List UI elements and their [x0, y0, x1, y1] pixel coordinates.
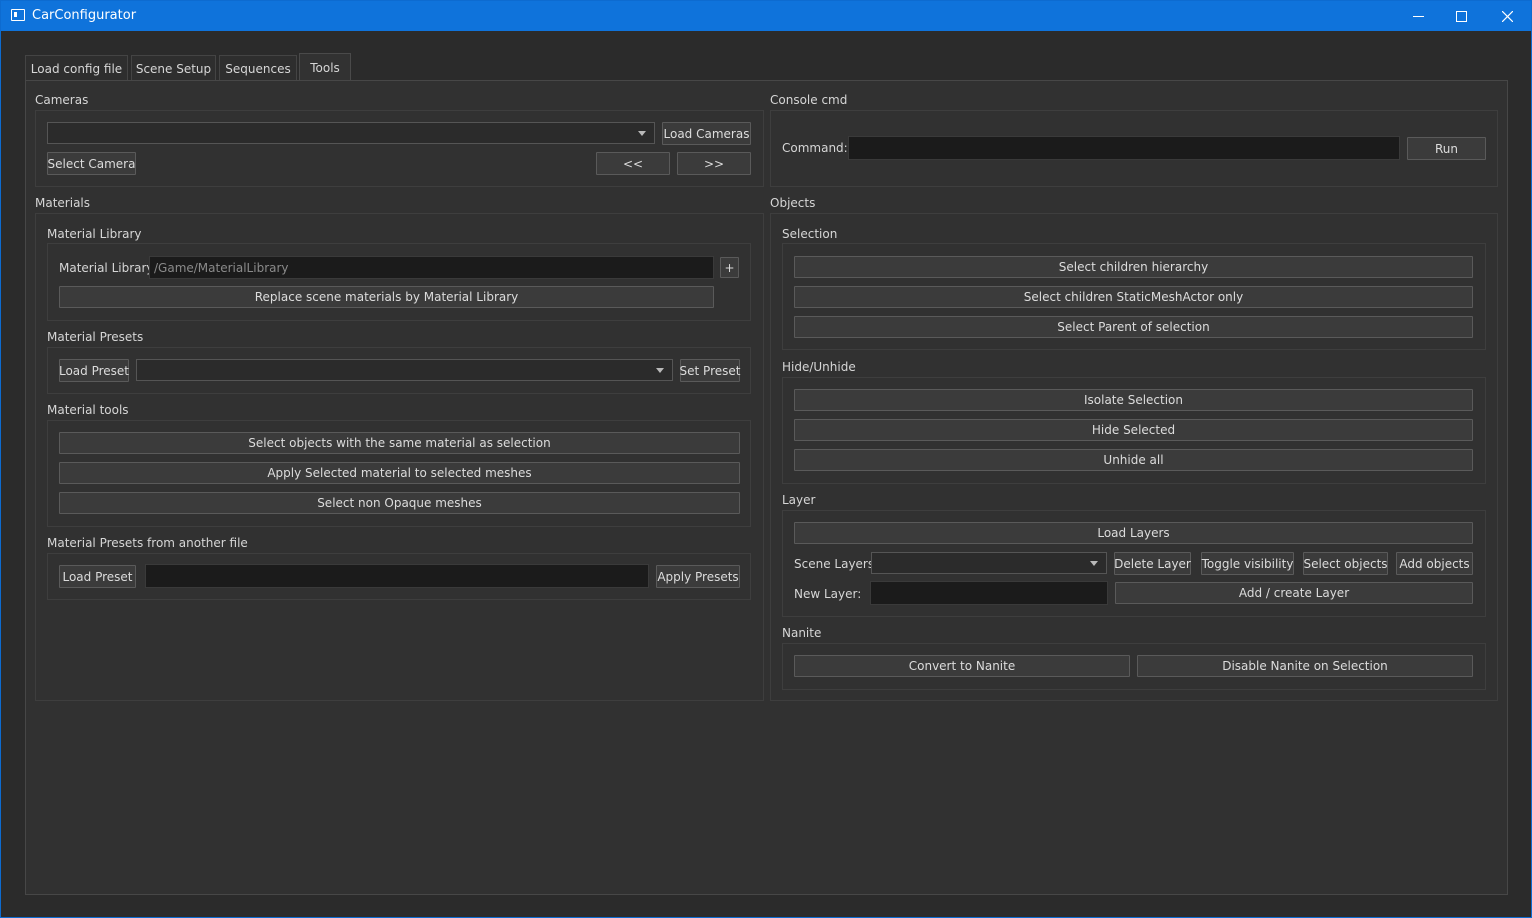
cameras-dropdown[interactable]	[47, 122, 655, 144]
tab-sequences[interactable]: Sequences	[219, 55, 297, 81]
load-preset-button[interactable]: Load Preset	[59, 359, 129, 382]
load-layers-button[interactable]: Load Layers	[794, 522, 1473, 544]
hide-unhide-title: Hide/Unhide	[782, 360, 856, 374]
select-camera-button[interactable]: Select Camera	[47, 152, 136, 175]
material-library-path-input[interactable]: /Game/MaterialLibrary	[149, 256, 714, 279]
maximize-button[interactable]	[1438, 1, 1484, 31]
minimize-icon	[1412, 15, 1424, 17]
material-library-label: Material Library:	[59, 261, 157, 275]
toggle-visibility-button[interactable]: Toggle visibility	[1201, 552, 1294, 575]
layer-title: Layer	[782, 493, 816, 507]
scene-layers-dropdown[interactable]	[871, 552, 1107, 574]
prev-camera-button[interactable]: <<	[596, 152, 670, 175]
apply-presets-button[interactable]: Apply Presets	[656, 565, 740, 588]
load-cameras-button[interactable]: Load Cameras	[662, 122, 751, 145]
cameras-title: Cameras	[35, 93, 89, 107]
material-library-group	[47, 243, 751, 321]
app-window: CarConfigurator Load config file Scene S…	[0, 0, 1532, 918]
run-button[interactable]: Run	[1407, 137, 1486, 160]
command-label: Command:	[782, 141, 848, 155]
disable-nanite-button[interactable]: Disable Nanite on Selection	[1137, 655, 1473, 677]
tab-tools[interactable]: Tools	[299, 53, 351, 82]
chevron-down-icon	[1090, 561, 1098, 566]
chevron-down-icon	[656, 368, 664, 373]
window-title: CarConfigurator	[32, 8, 137, 23]
chevron-down-icon	[638, 131, 646, 136]
close-icon	[1501, 10, 1513, 22]
convert-to-nanite-button[interactable]: Convert to Nanite	[794, 655, 1130, 677]
delete-layer-button[interactable]: Delete Layer	[1114, 552, 1191, 575]
close-button[interactable]	[1484, 1, 1530, 31]
select-non-opaque-button[interactable]: Select non Opaque meshes	[59, 492, 740, 514]
maximize-icon	[1455, 10, 1467, 22]
material-library-title: Material Library	[47, 227, 142, 241]
next-camera-button[interactable]: >>	[677, 152, 751, 175]
hide-selected-button[interactable]: Hide Selected	[794, 419, 1473, 441]
app-icon	[11, 9, 25, 21]
minimize-button[interactable]	[1395, 1, 1441, 31]
objects-title: Objects	[770, 196, 816, 210]
apply-selected-material-button[interactable]: Apply Selected material to selected mesh…	[59, 462, 740, 484]
select-children-hierarchy-button[interactable]: Select children hierarchy	[794, 256, 1473, 278]
select-parent-button[interactable]: Select Parent of selection	[794, 316, 1473, 338]
unhide-all-button[interactable]: Unhide all	[794, 449, 1473, 471]
presets-file-title: Material Presets from another file	[47, 536, 248, 550]
nanite-title: Nanite	[782, 626, 822, 640]
selection-title: Selection	[782, 227, 838, 241]
material-presets-dropdown[interactable]	[136, 359, 673, 381]
tab-load-config-file[interactable]: Load config file	[25, 55, 128, 81]
preset-file-input[interactable]	[145, 564, 649, 588]
material-tools-title: Material tools	[47, 403, 129, 417]
replace-materials-button[interactable]: Replace scene materials by Material Libr…	[59, 286, 714, 308]
set-preset-button[interactable]: Set Preset	[680, 359, 740, 382]
load-preset-file-button[interactable]: Load Preset	[59, 565, 136, 588]
material-presets-title: Material Presets	[47, 330, 144, 344]
select-same-material-button[interactable]: Select objects with the same material as…	[59, 432, 740, 454]
add-create-layer-button[interactable]: Add / create Layer	[1115, 582, 1473, 604]
new-layer-input[interactable]	[870, 581, 1108, 605]
tab-scene-setup[interactable]: Scene Setup	[131, 55, 216, 81]
add-objects-button[interactable]: Add objects	[1396, 552, 1473, 575]
materials-title: Materials	[35, 196, 91, 210]
console-title: Console cmd	[770, 93, 848, 107]
command-input[interactable]	[848, 136, 1400, 160]
new-layer-label: New Layer:	[794, 587, 862, 601]
add-library-button[interactable]: +	[720, 257, 739, 278]
tools-panel: Cameras Load Cameras Select Camera << >>…	[25, 80, 1508, 895]
select-objects-button[interactable]: Select objects	[1303, 552, 1388, 575]
title-bar[interactable]: CarConfigurator	[1, 1, 1531, 31]
select-children-staticmesh-button[interactable]: Select children StaticMeshActor only	[794, 286, 1473, 308]
isolate-selection-button[interactable]: Isolate Selection	[794, 389, 1473, 411]
scene-layers-label: Scene Layers:	[794, 557, 879, 571]
